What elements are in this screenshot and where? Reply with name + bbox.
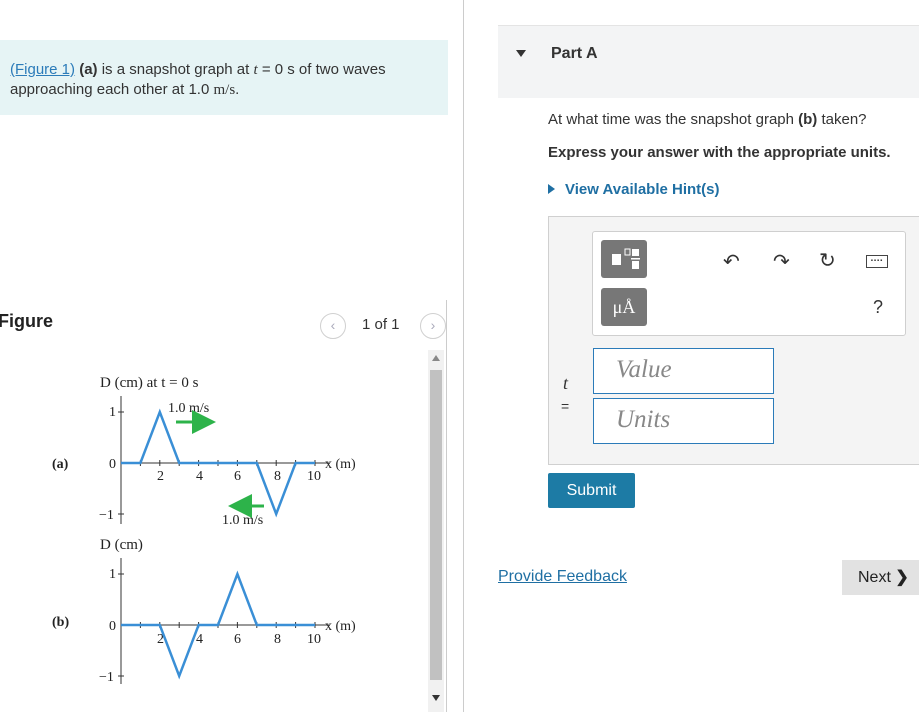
hints-label: View Available Hint(s): [565, 181, 720, 198]
graph-b-ytick-1: 1: [109, 567, 116, 582]
graph-b-wave: [121, 570, 315, 680]
redo-icon[interactable]: ↷: [773, 249, 790, 274]
graph-b-xtick-8: 8: [274, 632, 281, 647]
graph-b-ytick-neg1: −1: [99, 670, 114, 685]
chevron-left-icon: ‹: [330, 317, 336, 333]
figure-pager: 1 of 1: [362, 316, 400, 333]
graph-a-ylabel: D (cm) at t = 0 s: [100, 375, 199, 391]
graph-b-label: (b): [52, 615, 69, 630]
question-text-2: taken?: [817, 111, 867, 128]
submit-button[interactable]: Submit: [548, 473, 635, 508]
panel-divider: [463, 0, 464, 300]
collapse-caret-icon[interactable]: [516, 50, 526, 57]
figure-divider: [446, 300, 447, 712]
problem-text-3: .: [235, 81, 240, 98]
figure-graphs: (a) D (cm) at t = 0 s 1 0 −1 2 4 6 8 10 …: [52, 375, 356, 685]
answer-toolbar: μÅ ↶ ↷ ↻ ▪▪▪▪ ?: [592, 231, 906, 336]
question-text: At what time was the snapshot graph (b) …: [548, 111, 867, 128]
problem-statement: (Figure 1) (a) is a snapshot graph at t …: [10, 60, 440, 100]
equals-sign: =: [561, 398, 570, 414]
graph-a-speed-left: 1.0 m/s: [222, 513, 263, 528]
graph-a-xtick-8: 8: [274, 469, 281, 484]
graph-b-xlabel: x (m): [325, 619, 356, 634]
graph-b-ylabel: D (cm): [100, 537, 143, 553]
next-figure-button[interactable]: ›: [420, 313, 446, 339]
help-icon[interactable]: ?: [873, 297, 883, 318]
units-button[interactable]: μÅ: [601, 288, 647, 326]
question-b-label: (b): [798, 111, 818, 128]
value-input[interactable]: Value: [593, 348, 774, 394]
instruction-text: Express your answer with the appropriate…: [548, 144, 891, 161]
figure-link[interactable]: (Figure 1): [10, 61, 75, 78]
graph-b-xtick-4: 4: [196, 632, 203, 647]
answer-variable: t: [563, 373, 569, 393]
graph-a-ytick-0: 0: [109, 457, 116, 472]
graph-a-speed-right: 1.0 m/s: [168, 401, 209, 416]
reset-icon[interactable]: ↻: [819, 248, 836, 273]
scroll-thumb[interactable]: [430, 370, 442, 680]
problem-text-1: is a snapshot graph at: [97, 61, 254, 78]
graph-a-xtick-10: 10: [307, 469, 321, 484]
next-button[interactable]: Next ❯: [842, 560, 919, 595]
expand-triangle-icon: [548, 184, 555, 194]
view-hints-link[interactable]: View Available Hint(s): [548, 181, 720, 198]
keyboard-icon[interactable]: ▪▪▪▪: [866, 255, 888, 268]
chevron-right-icon: ❯: [895, 569, 909, 586]
panel-divider-lower: [463, 300, 464, 712]
scroll-up-icon[interactable]: [432, 355, 440, 361]
graph-a-xtick-4: 4: [196, 469, 203, 484]
graph-a-xtick-6: 6: [234, 469, 241, 484]
undo-icon[interactable]: ↶: [723, 249, 740, 274]
part-title: Part A: [551, 45, 598, 62]
figure-heading: Figure: [0, 311, 54, 331]
unit-text: m/s: [213, 82, 236, 98]
scroll-down-icon[interactable]: [432, 695, 440, 701]
graph-a-xlabel: x (m): [325, 457, 356, 472]
prev-figure-button[interactable]: ‹: [320, 313, 346, 339]
part-a-label: (a): [79, 61, 98, 78]
graph-b-xtick-10: 10: [307, 632, 321, 647]
templates-button[interactable]: [601, 240, 647, 278]
units-input[interactable]: Units: [593, 398, 774, 444]
templates-icon: [612, 248, 640, 269]
next-label: Next: [858, 569, 891, 586]
graph-a-ytick-1: 1: [109, 405, 116, 420]
question-text-1: At what time was the snapshot graph: [548, 111, 799, 128]
chevron-right-icon: ›: [430, 317, 436, 333]
units-button-label: μÅ: [612, 297, 636, 317]
graph-a-ytick-neg1: −1: [99, 508, 114, 523]
graph-a-xtick-2: 2: [157, 469, 164, 484]
graph-b-xtick-6: 6: [234, 632, 241, 647]
graph-a-label: (a): [52, 457, 69, 472]
provide-feedback-link[interactable]: Provide Feedback: [498, 568, 627, 586]
graph-b-ytick-0: 0: [109, 619, 116, 634]
